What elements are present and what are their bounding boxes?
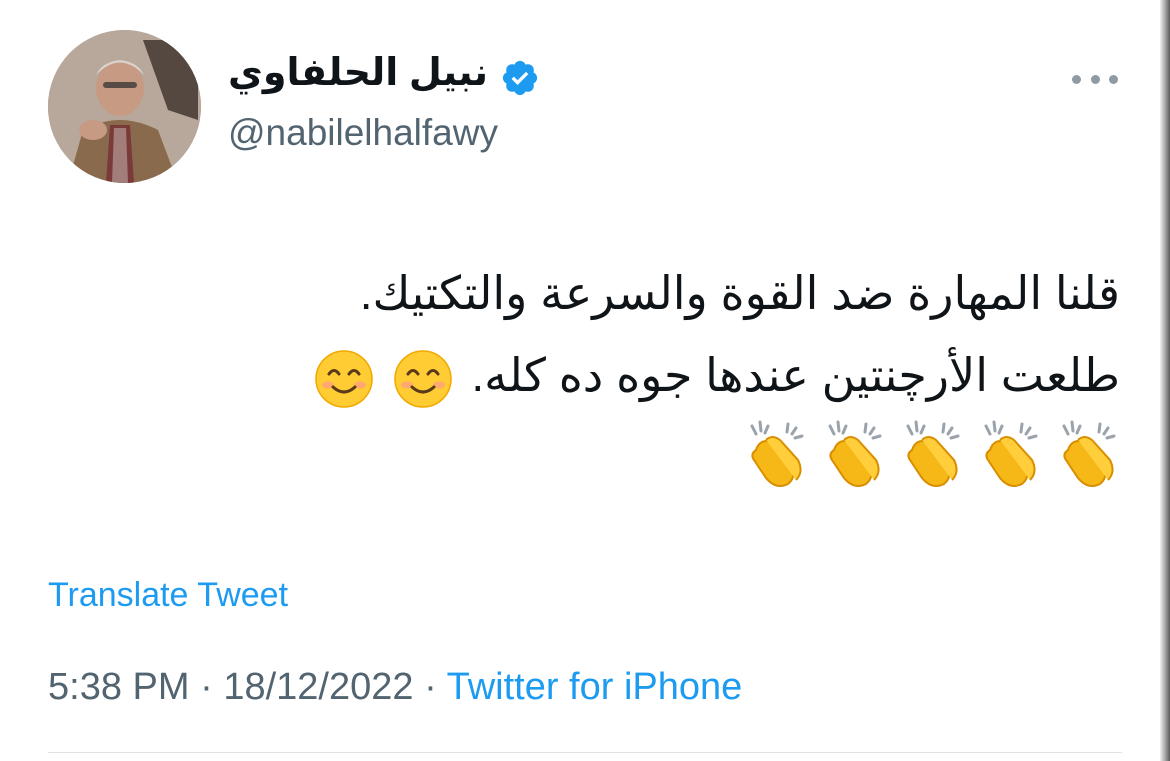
divider xyxy=(48,752,1122,753)
clapping-hands-icon xyxy=(828,420,882,487)
clapping-hands-icon xyxy=(984,420,1038,487)
more-dot xyxy=(1109,74,1118,84)
verified-badge-icon xyxy=(502,60,538,96)
smiling-face-icon xyxy=(393,350,452,408)
tweet-date[interactable]: 18/12/2022 xyxy=(223,666,413,708)
author-avatar[interactable] xyxy=(48,30,201,183)
translate-tweet-link[interactable]: Translate Tweet xyxy=(48,576,288,615)
tweet-time[interactable]: 5:38 PM xyxy=(48,666,190,708)
author-name[interactable]: نبيل الحلفاوي xyxy=(228,50,488,95)
tweet-text-line-1-text: قلنا المهارة ضد القوة والسرعة والتكتيك. xyxy=(359,267,1120,319)
tweet-source-link[interactable]: Twitter for iPhone xyxy=(447,666,743,708)
tweet-metadata: 5:38 PM · 18/12/2022 · Twitter for iPhon… xyxy=(48,666,742,709)
tweet-text: قلنا المهارة ضد القوة والسرعة والتكتيك. … xyxy=(120,252,1120,416)
avatar-photo xyxy=(48,30,201,183)
tweet-text-line-2-text: طلعت الأرچنتين عندها جوه ده كله. xyxy=(471,349,1120,401)
smiling-face-icon xyxy=(315,350,373,408)
clapping-emoji-row xyxy=(744,420,1120,488)
clapping-hands-icon xyxy=(1062,420,1116,487)
meta-separator: · xyxy=(424,666,437,708)
meta-separator: · xyxy=(200,666,213,708)
more-dot xyxy=(1090,74,1100,84)
tweet-text-line-1: قلنا المهارة ضد القوة والسرعة والتكتيك. xyxy=(120,252,1120,334)
clapping-hands-icon xyxy=(750,420,804,487)
tweet-text-line-2: طلعت الأرچنتين عندها جوه ده كله. xyxy=(120,334,1120,416)
author-handle[interactable]: @nabilelhalfawy xyxy=(228,112,498,154)
clapping-hands-icon xyxy=(906,420,960,487)
screen-edge xyxy=(1160,0,1170,761)
more-dot xyxy=(1072,74,1081,84)
more-options-button[interactable] xyxy=(1072,66,1118,92)
